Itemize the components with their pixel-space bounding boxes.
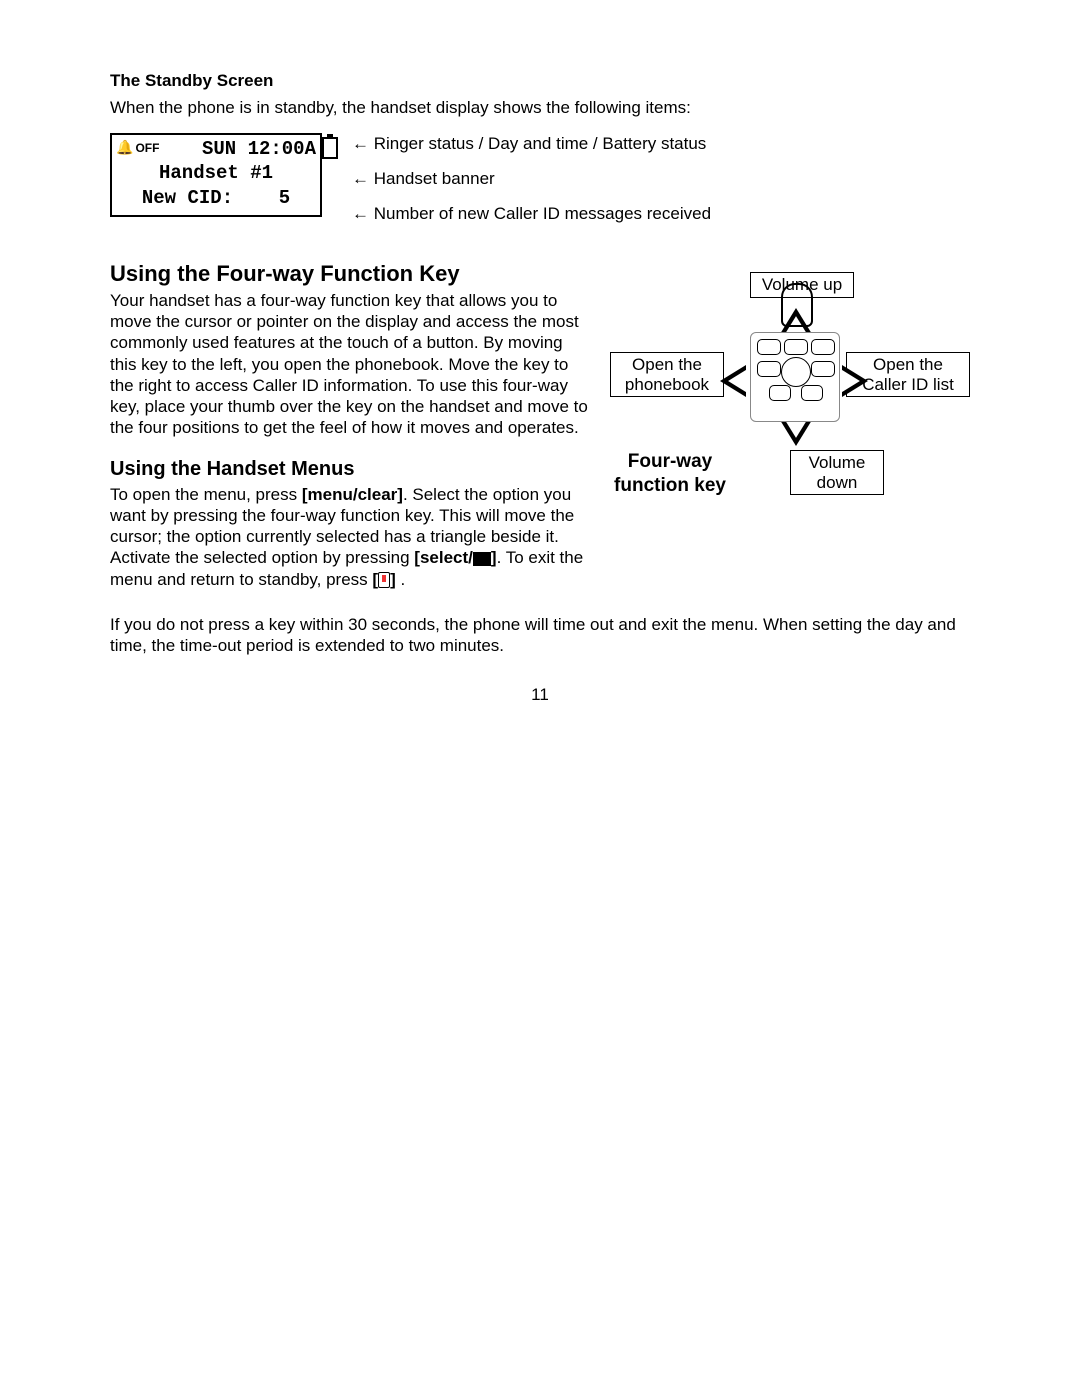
menus-t1: To open the menu, press (110, 485, 302, 504)
menus-key-select: [select/] (414, 548, 496, 567)
phone-icon (378, 572, 390, 588)
lcd-cid-label: New CID: (142, 187, 233, 209)
lcd-screen: 🔔 OFF SUN 12:00A Handset #1 New CID: 5 (110, 133, 322, 217)
menus-heading: Using the Handset Menus (110, 457, 590, 482)
fourway-heading: Using the Four-way Function Key (110, 260, 590, 288)
fourway-figure: Volume up Open thephonebook Open theCall… (610, 260, 970, 520)
arrow-left-icon (720, 365, 746, 397)
handset-keypad-icon (750, 332, 840, 422)
standby-intro: When the phone is in standby, the handse… (110, 97, 970, 118)
arrow-down-icon (780, 420, 812, 446)
menus-text: To open the menu, press [menu/clear]. Se… (110, 484, 590, 590)
timeout-text: If you do not press a key within 30 seco… (110, 614, 970, 657)
menus-t4: . (396, 570, 405, 589)
battery-icon (322, 137, 338, 159)
fourway-text: Your handset has a four-way function key… (110, 290, 590, 439)
standby-illustration-row: 🔔 OFF SUN 12:00A Handset #1 New CID: 5 ←… (110, 133, 970, 239)
fig-label: Four-wayfunction key (610, 450, 730, 498)
fig-open-phonebook: Open thephonebook (610, 352, 724, 397)
lcd-callouts: ← Ringer status / Day and time / Battery… (352, 133, 711, 239)
lcd-day: SUN (202, 138, 236, 160)
callout-1: ← Ringer status / Day and time / Battery… (352, 133, 711, 154)
lcd-cid-count: 5 (279, 187, 290, 209)
menus-key-menuclear: [menu/clear] (302, 485, 403, 504)
lcd-banner: Handset #1 (116, 161, 316, 186)
ringer-off-label: OFF (135, 141, 159, 157)
lcd-time: 12:00A (248, 138, 316, 160)
page-number: 11 (110, 684, 970, 705)
bell-icon: 🔔 (116, 140, 133, 158)
arrow-right-icon (842, 365, 868, 397)
fig-volume-down: Volume down (790, 450, 884, 495)
callout-3: ← Number of new Caller ID messages recei… (352, 203, 711, 224)
callout-2: ← Handset banner (352, 168, 711, 189)
standby-heading: The Standby Screen (110, 70, 970, 91)
envelope-icon (473, 552, 491, 566)
menus-key-exit: [] (372, 570, 395, 589)
